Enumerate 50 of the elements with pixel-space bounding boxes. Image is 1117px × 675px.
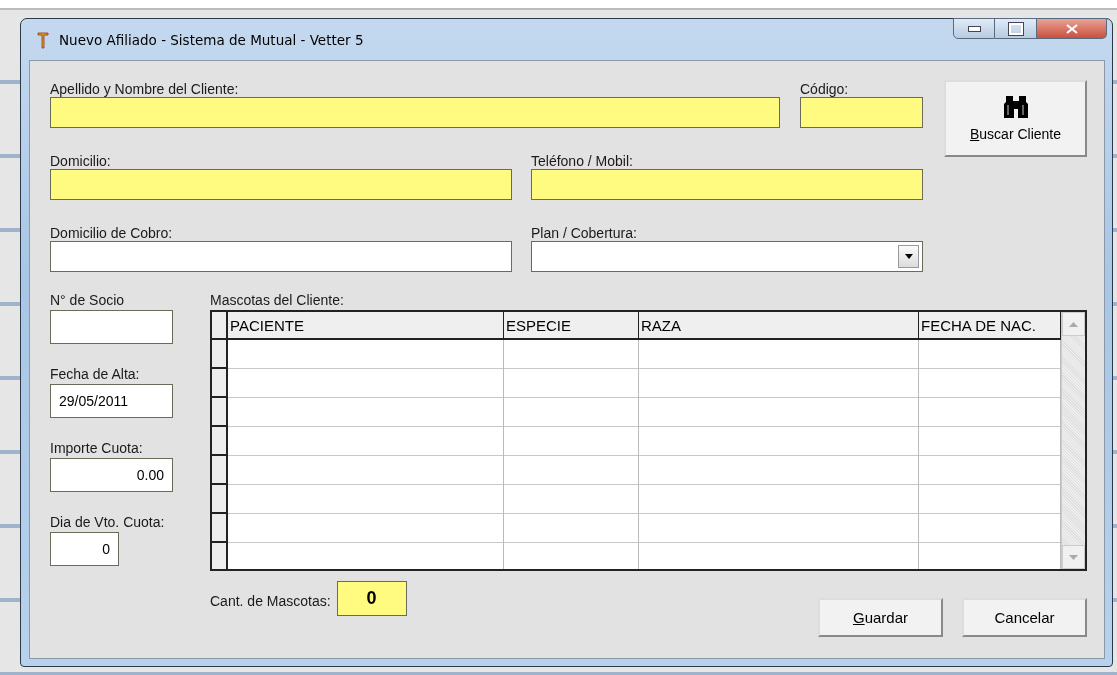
input-field[interactable]: 0 — [50, 532, 119, 566]
window-title: Nuevo Afiliado - Sistema de Mutual - Vetter 5 — [59, 31, 364, 48]
input-field[interactable]: 0.00 — [50, 458, 173, 492]
field-label: Domicilio de Cobro: — [50, 225, 174, 241]
pet-count-value: 0 — [336, 581, 407, 616]
field-label: Fecha de Alta: — [50, 366, 141, 382]
close-button[interactable] — [1037, 18, 1107, 39]
scroll-up-icon — [1069, 321, 1078, 327]
field-label: Importe Cuota: — [50, 440, 144, 456]
table-label: Mascotas del Cliente: — [210, 292, 345, 308]
row-selector[interactable] — [212, 369, 226, 398]
field-label: N° de Socio — [50, 292, 126, 308]
search-client-button[interactable]: Buscar Cliente — [944, 80, 1087, 157]
cancel-button[interactable]: Cancelar — [962, 598, 1087, 637]
field-label: Apellido y Nombre del Cliente: — [50, 81, 240, 97]
scroll-down-icon — [1069, 554, 1078, 560]
maximize-button[interactable] — [995, 18, 1037, 39]
close-icon — [1065, 23, 1078, 34]
field-label: Teléfono / Mobil: — [531, 153, 634, 169]
row-selector[interactable] — [212, 340, 226, 369]
input-field[interactable] — [50, 310, 173, 344]
save-button[interactable]: Guardar — [818, 598, 943, 637]
field-label: Código: — [800, 81, 850, 97]
maximize-icon — [1008, 22, 1023, 35]
field-label: Dia de Vto. Cuota: — [50, 514, 166, 530]
caret-icon — [904, 254, 913, 259]
input-field[interactable] — [50, 241, 512, 272]
row-selector[interactable] — [212, 514, 226, 543]
minimize-button[interactable] — [953, 18, 995, 39]
field-label: Plan / Cobertura: — [531, 225, 638, 241]
binoculars-icon — [1002, 95, 1029, 118]
column-header[interactable]: FECHA DE NAC. — [919, 312, 1061, 340]
row-selector[interactable] — [212, 427, 226, 456]
field-label: Domicilio: — [50, 153, 112, 169]
input-field[interactable] — [50, 169, 512, 200]
staff-icon — [37, 30, 49, 49]
vertical-scrollbar[interactable] — [1061, 312, 1085, 569]
input-field[interactable] — [800, 97, 923, 128]
input-field[interactable]: 29/05/2011 — [50, 384, 173, 418]
column-header[interactable]: PACIENTE — [228, 312, 504, 340]
input-field[interactable] — [531, 169, 923, 200]
input-field[interactable] — [50, 97, 780, 128]
row-selector[interactable] — [212, 456, 226, 485]
minimize-icon — [967, 25, 981, 32]
pet-count-label: Cant. de Mascotas: — [210, 593, 331, 609]
row-selector[interactable] — [212, 398, 226, 427]
row-selector[interactable] — [212, 485, 226, 514]
column-header[interactable]: RAZA — [639, 312, 919, 340]
column-header[interactable]: ESPECIE — [504, 312, 639, 340]
dropdown-field[interactable] — [531, 241, 923, 272]
